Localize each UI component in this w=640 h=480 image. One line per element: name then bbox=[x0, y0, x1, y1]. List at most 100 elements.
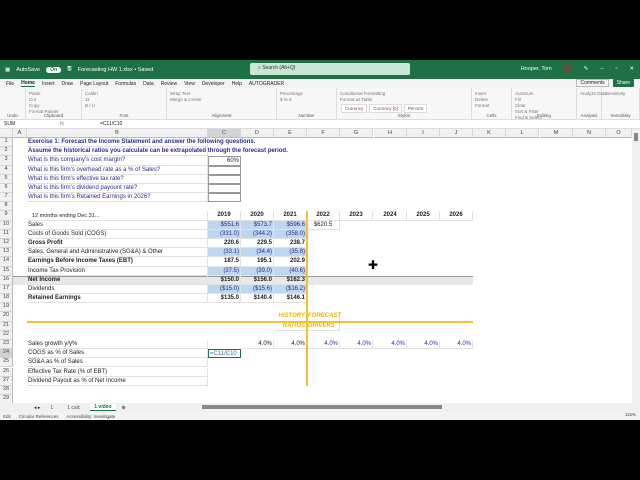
row-header-2[interactable]: 2 bbox=[0, 147, 13, 157]
cell-B14[interactable]: Earnings Before Income Taxes (EBT) bbox=[27, 257, 208, 267]
cell-C17[interactable]: ($15.0) bbox=[208, 284, 241, 295]
cell-E23[interactable]: 4.0% bbox=[274, 339, 307, 350]
cell-I23[interactable]: 4.0% bbox=[407, 339, 440, 350]
fx-icon[interactable]: fx bbox=[60, 121, 100, 127]
row-header-23[interactable]: 23 bbox=[0, 339, 13, 350]
cell-C15[interactable]: (37.5) bbox=[208, 266, 241, 276]
share-button[interactable]: Share bbox=[612, 79, 634, 87]
cell-E10[interactable]: $596.6 bbox=[274, 220, 307, 230]
ribbon-b-i-u[interactable]: B I U bbox=[85, 103, 163, 108]
row-header-24[interactable]: 24 bbox=[0, 349, 13, 359]
row-header-11[interactable]: 11 bbox=[0, 229, 13, 239]
row-header-19[interactable]: 19 bbox=[0, 303, 13, 313]
cell-J23[interactable]: 4.0% bbox=[440, 339, 473, 350]
sheet-tab-0[interactable]: 1 bbox=[46, 405, 57, 411]
cell-C14[interactable]: 187.5 bbox=[208, 257, 241, 267]
row-header-29[interactable]: 29 bbox=[0, 395, 13, 403]
style-currency-0-[interactable]: Currency [0] bbox=[369, 104, 402, 113]
cell-D11[interactable]: (344.2) bbox=[241, 229, 274, 239]
minimize-icon[interactable]: – bbox=[600, 66, 603, 72]
cell-B10[interactable]: Sales bbox=[27, 220, 208, 230]
row-header-22[interactable]: 22 bbox=[0, 330, 13, 340]
tab-help[interactable]: Help bbox=[232, 81, 242, 87]
file-name[interactable]: Forecasting HW 1.xlsx • Saved bbox=[78, 67, 154, 73]
cell-D16[interactable]: $156.0 bbox=[241, 275, 274, 285]
cell-B2[interactable]: Assume the historical ratios you calcula… bbox=[27, 147, 288, 157]
column-header-L[interactable]: L bbox=[506, 129, 539, 138]
cell-G23[interactable]: 4.0% bbox=[340, 339, 373, 350]
row-header-15[interactable]: 15 bbox=[0, 266, 13, 276]
cell-E9[interactable]: 2021 bbox=[274, 211, 307, 221]
cell-E21[interactable]: RATIOS bbox=[274, 321, 307, 331]
ribbon-insert[interactable]: Insert bbox=[475, 91, 508, 96]
cell-B16[interactable]: Net Income bbox=[27, 275, 208, 285]
cell-E15[interactable]: (40.6) bbox=[274, 266, 307, 276]
column-header-H[interactable]: H bbox=[374, 129, 407, 138]
tab-autograder[interactable]: AUTOGRADER bbox=[249, 81, 284, 87]
tab-view[interactable]: View bbox=[184, 81, 195, 87]
row-header-12[interactable]: 12 bbox=[0, 238, 13, 249]
spreadsheet-grid[interactable]: A B C D E F G H I J K L M N O 1 Exercise 1: Forecast the… bbox=[0, 129, 632, 403]
cell-C6[interactable] bbox=[208, 183, 241, 194]
cell-D18[interactable]: $140.4 bbox=[241, 294, 274, 304]
cell-C7[interactable] bbox=[208, 193, 241, 203]
tab-review[interactable]: Review bbox=[161, 81, 177, 87]
close-icon[interactable]: ✕ bbox=[629, 66, 634, 72]
cell-B15[interactable]: Income Tax Provision bbox=[27, 266, 208, 276]
scroll-thumb[interactable] bbox=[634, 133, 638, 141]
cell-D12[interactable]: 229.5 bbox=[241, 238, 274, 249]
cell-C11[interactable]: (331.0) bbox=[208, 229, 241, 239]
column-header-B[interactable]: B bbox=[27, 129, 208, 138]
cell-E13[interactable]: (35.8) bbox=[274, 248, 307, 258]
column-header-O[interactable]: O bbox=[606, 129, 632, 138]
cell-B26[interactable]: Effective Tax Rate (% of EBT) bbox=[27, 367, 208, 377]
row-header-14[interactable]: 14 bbox=[0, 257, 13, 267]
avatar[interactable] bbox=[563, 64, 572, 73]
row-header-28[interactable]: 28 bbox=[0, 385, 13, 396]
column-header-K[interactable]: K bbox=[473, 129, 506, 138]
cell-C12[interactable]: 220.6 bbox=[208, 238, 241, 249]
sheet-tab-2[interactable]: 1 video bbox=[90, 404, 116, 411]
cell-E17[interactable]: ($16.2) bbox=[274, 284, 307, 295]
column-header-C[interactable]: C bbox=[208, 129, 241, 138]
row-header-26[interactable]: 26 bbox=[0, 367, 13, 377]
row-header-9[interactable]: 9 bbox=[0, 211, 13, 221]
style-percent[interactable]: Percent bbox=[403, 104, 428, 113]
ribbon-autosum[interactable]: AutoSum bbox=[515, 91, 573, 96]
cell-C10[interactable]: $551.6 bbox=[208, 220, 241, 230]
row-header-20[interactable]: 20 bbox=[0, 312, 13, 322]
column-header-E[interactable]: E bbox=[274, 129, 307, 138]
row-header-6[interactable]: 6 bbox=[0, 183, 13, 194]
cell-C13[interactable]: (33.1) bbox=[208, 248, 241, 258]
column-header-N[interactable]: N bbox=[573, 129, 606, 138]
cell-C18[interactable]: $135.0 bbox=[208, 294, 241, 304]
cell-F23[interactable]: 4.0% bbox=[307, 339, 340, 350]
ribbon-conditional-formatting[interactable]: Conditional Formatting bbox=[340, 91, 468, 96]
cell-B23[interactable]: Sales growth y/y% bbox=[27, 339, 208, 350]
cell-D17[interactable]: ($15.6) bbox=[241, 284, 274, 295]
ribbon-format-as-table[interactable]: Format as Table bbox=[340, 97, 468, 102]
cell-D9[interactable]: 2020 bbox=[241, 211, 274, 221]
row-header-1[interactable]: 1 bbox=[0, 138, 13, 148]
ribbon-cut[interactable]: Cut bbox=[29, 97, 78, 102]
cell-B9[interactable]: 12 months ending Dec 31... bbox=[27, 211, 208, 221]
cell-D14[interactable]: 195.1 bbox=[241, 257, 274, 267]
tab-draw[interactable]: Draw bbox=[61, 81, 73, 87]
row-header-21[interactable]: 21 bbox=[0, 321, 13, 331]
cell-B7[interactable]: What is this firm's Retained Earnings in… bbox=[27, 193, 208, 203]
tab-home[interactable]: Home bbox=[21, 80, 35, 87]
cell-H23[interactable]: 4.0% bbox=[374, 339, 407, 350]
zoom-level[interactable]: 115% bbox=[625, 412, 636, 417]
cell-D10[interactable]: $573.7 bbox=[241, 220, 274, 230]
accessibility-status[interactable]: Accessibility: Investigate bbox=[67, 414, 116, 419]
row-header-7[interactable]: 7 bbox=[0, 193, 13, 203]
cell-E18[interactable]: $146.1 bbox=[274, 294, 307, 304]
cell-D13[interactable]: (34.4) bbox=[241, 248, 274, 258]
cell-B5[interactable]: What is this firm's effective tax rate? bbox=[27, 174, 208, 184]
cell-B12[interactable]: Gross Profit bbox=[27, 238, 208, 249]
vertical-scrollbar[interactable] bbox=[632, 129, 640, 403]
cell-F21[interactable]: DRIVERS bbox=[307, 321, 340, 331]
ribbon-paste[interactable]: Paste bbox=[29, 91, 78, 96]
ribbon-delete[interactable]: Delete bbox=[475, 97, 508, 102]
tab-formulas[interactable]: Formulas bbox=[115, 81, 136, 87]
